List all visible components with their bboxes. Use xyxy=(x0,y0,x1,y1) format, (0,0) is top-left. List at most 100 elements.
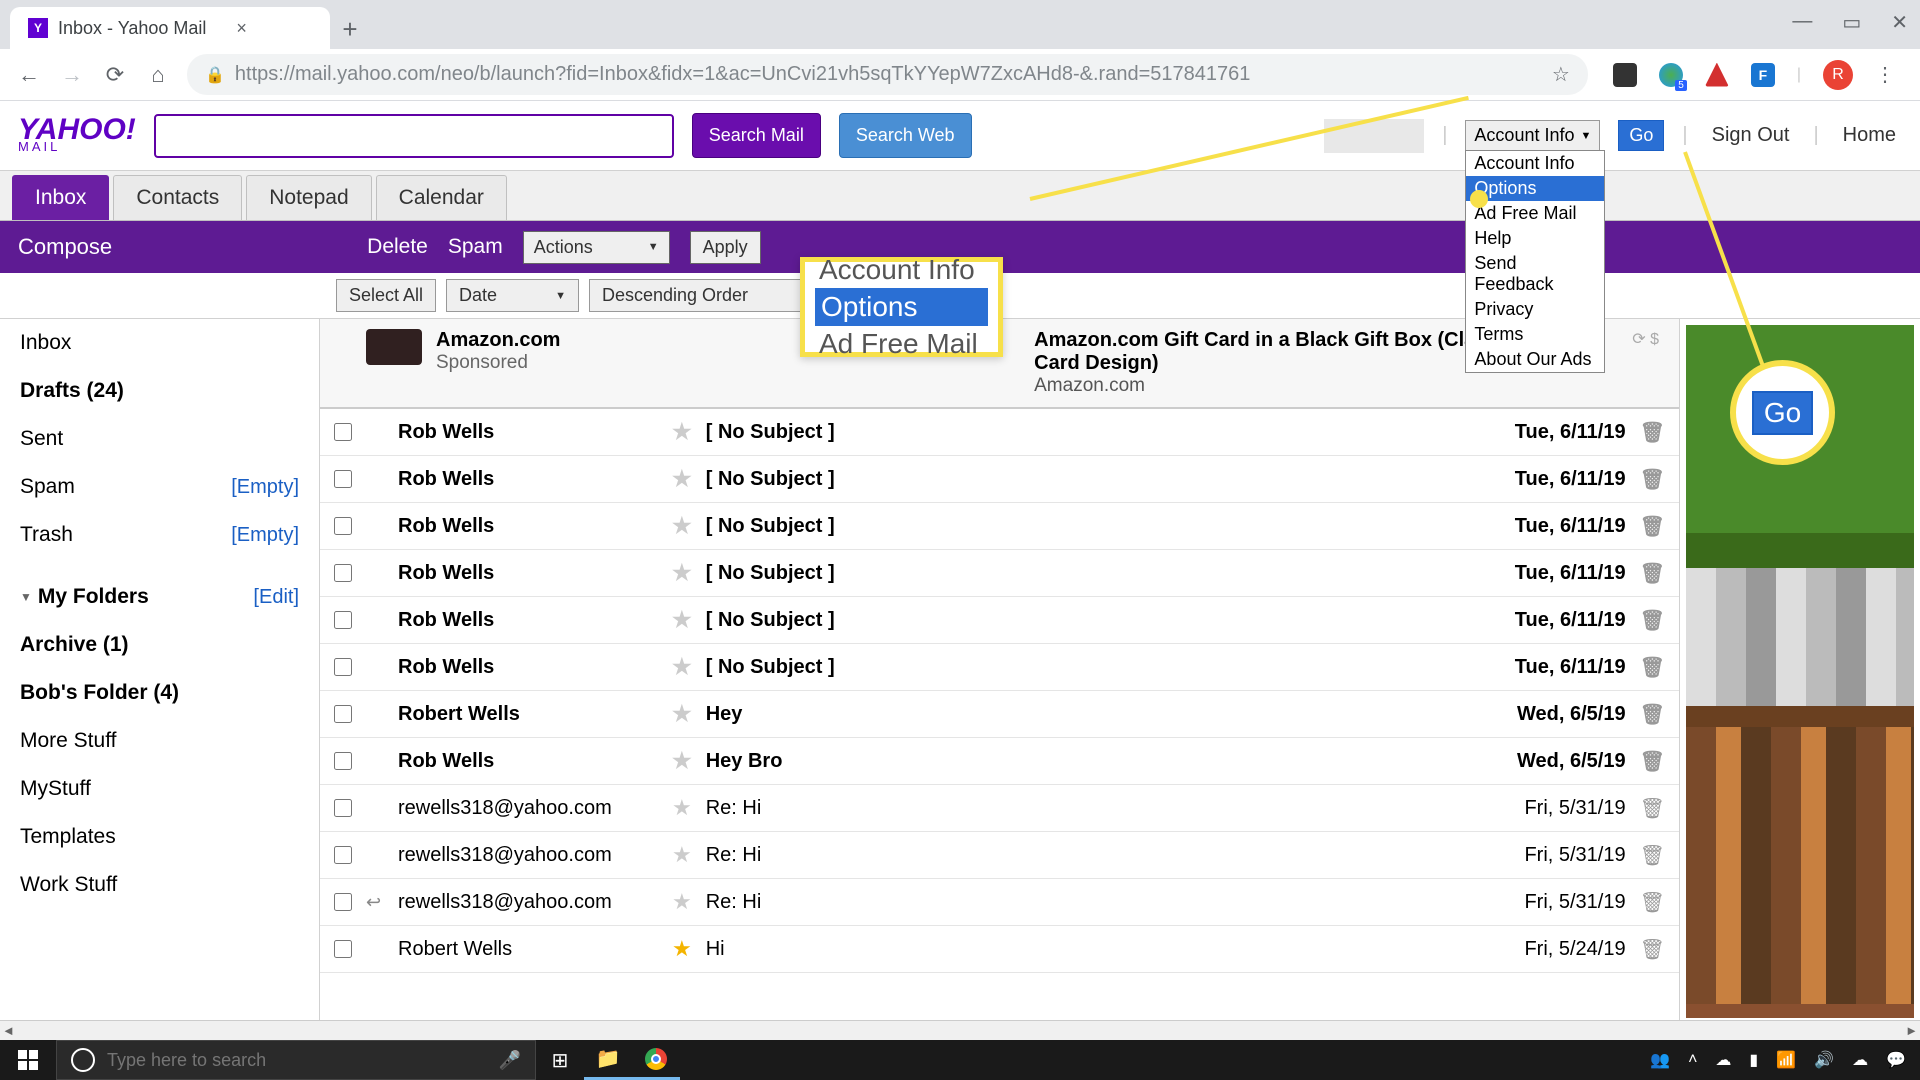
start-button[interactable] xyxy=(0,1040,56,1080)
horizontal-scrollbar[interactable]: ◄ ► xyxy=(0,1020,1920,1040)
spam-button[interactable]: Spam xyxy=(448,235,503,259)
message-checkbox[interactable] xyxy=(334,752,352,770)
go-button[interactable]: Go xyxy=(1618,120,1664,151)
star-icon[interactable]: ★ xyxy=(672,795,692,821)
apply-button[interactable]: Apply xyxy=(690,231,761,264)
sidebar-my-folders[interactable]: ▼My Folders[Edit] xyxy=(0,573,319,621)
extension-icon[interactable]: 5 xyxy=(1659,63,1683,87)
trash-icon[interactable]: 🗑 xyxy=(1640,702,1665,727)
message-row[interactable]: ↩rewells318@yahoo.com★Re: HiFri, 5/31/19… xyxy=(320,879,1679,926)
close-tab-icon[interactable]: × xyxy=(236,18,247,39)
message-row[interactable]: Rob Wells★[ No Subject ]Tue, 6/11/19🗑 xyxy=(320,644,1679,691)
message-checkbox[interactable] xyxy=(334,611,352,629)
sidebar-folder[interactable]: Bob's Folder (4) xyxy=(0,669,319,717)
people-icon[interactable]: 👥 xyxy=(1650,1050,1670,1070)
dropdown-item[interactable]: Account Info xyxy=(1466,151,1604,176)
message-row[interactable]: rewells318@yahoo.com★Re: HiFri, 5/31/19🗑 xyxy=(320,832,1679,879)
chrome-icon[interactable] xyxy=(632,1040,680,1080)
star-icon[interactable]: ★ xyxy=(672,607,692,633)
empty-spam-link[interactable]: [Empty] xyxy=(231,476,299,499)
message-checkbox[interactable] xyxy=(334,705,352,723)
message-checkbox[interactable] xyxy=(334,846,352,864)
trash-icon[interactable]: 🗑 xyxy=(1640,890,1665,915)
back-button[interactable]: ← xyxy=(15,62,43,88)
home-button-browser[interactable]: ⌂ xyxy=(144,62,172,88)
search-mail-button[interactable]: Search Mail xyxy=(692,113,821,158)
forward-button[interactable]: → xyxy=(58,62,86,88)
sort-order-select[interactable]: Descending Order xyxy=(589,279,824,312)
home-link[interactable]: Home xyxy=(1837,124,1902,147)
trash-icon[interactable]: 🗑 xyxy=(1640,655,1665,680)
dropdown-item[interactable]: Privacy xyxy=(1466,297,1604,322)
sidebar-folder[interactable]: Work Stuff xyxy=(0,861,319,909)
star-icon[interactable]: ★ xyxy=(672,842,692,868)
delete-button[interactable]: Delete xyxy=(367,235,428,259)
battery-icon[interactable]: ▮ xyxy=(1749,1050,1758,1070)
star-icon[interactable]: ★ xyxy=(672,654,692,680)
volume-icon[interactable]: 🔊 xyxy=(1814,1050,1834,1070)
scroll-left-icon[interactable]: ◄ xyxy=(2,1023,15,1038)
message-row[interactable]: Rob Wells★Hey BroWed, 6/5/19🗑 xyxy=(320,738,1679,785)
star-icon[interactable]: ★ xyxy=(672,560,692,586)
sign-out-link[interactable]: Sign Out xyxy=(1706,124,1796,147)
sidebar-trash[interactable]: Trash[Empty] xyxy=(0,511,319,559)
dropdown-item[interactable]: Terms xyxy=(1466,322,1604,347)
search-input[interactable] xyxy=(154,114,674,158)
sidebar-sent[interactable]: Sent xyxy=(0,415,319,463)
trash-icon[interactable]: 🗑 xyxy=(1640,420,1665,445)
message-checkbox[interactable] xyxy=(334,470,352,488)
cortana-icon[interactable] xyxy=(71,1048,95,1072)
collapse-icon[interactable]: ▼ xyxy=(20,590,32,604)
compose-button[interactable]: Compose xyxy=(18,234,112,260)
maximize-icon[interactable]: ▭ xyxy=(1842,10,1861,35)
sidebar-folder[interactable]: More Stuff xyxy=(0,717,319,765)
select-all-button[interactable]: Select All xyxy=(336,279,436,312)
minimize-icon[interactable]: — xyxy=(1792,10,1812,35)
sidebar-folder[interactable]: Templates xyxy=(0,813,319,861)
trash-icon[interactable]: 🗑 xyxy=(1640,749,1665,774)
message-row[interactable]: Rob Wells★[ No Subject ]Tue, 6/11/19🗑 xyxy=(320,503,1679,550)
message-row[interactable]: rewells318@yahoo.com★Re: HiFri, 5/31/19🗑 xyxy=(320,785,1679,832)
file-explorer-icon[interactable]: 📁 xyxy=(584,1040,632,1080)
message-checkbox[interactable] xyxy=(334,940,352,958)
browser-tab[interactable]: Y Inbox - Yahoo Mail × xyxy=(10,7,330,49)
extension-icon[interactable] xyxy=(1613,63,1637,87)
cloud-icon[interactable]: ☁ xyxy=(1852,1050,1868,1070)
menu-icon[interactable]: ⋮ xyxy=(1875,62,1895,87)
tray-chevron-icon[interactable]: ˄ xyxy=(1688,1051,1697,1069)
nav-tab-notepad[interactable]: Notepad xyxy=(246,175,371,220)
star-icon[interactable]: ★ xyxy=(672,466,692,492)
nav-tab-contacts[interactable]: Contacts xyxy=(113,175,242,220)
nav-tab-inbox[interactable]: Inbox xyxy=(12,175,109,220)
message-row[interactable]: Robert Wells★HeyWed, 6/5/19🗑 xyxy=(320,691,1679,738)
wifi-icon[interactable]: 📶 xyxy=(1776,1050,1796,1070)
extension-icon[interactable] xyxy=(1705,63,1729,87)
profile-avatar[interactable]: R xyxy=(1823,60,1853,90)
message-checkbox[interactable] xyxy=(334,423,352,441)
new-tab-button[interactable]: + xyxy=(330,9,370,49)
notifications-icon[interactable]: 💬 xyxy=(1886,1050,1906,1070)
reload-button[interactable]: ⟳ xyxy=(101,62,129,88)
sidebar-drafts[interactable]: Drafts (24) xyxy=(0,367,319,415)
bookmark-icon[interactable]: ☆ xyxy=(1552,62,1570,87)
dropdown-item[interactable]: About Our Ads xyxy=(1466,347,1604,372)
taskbar-search-input[interactable] xyxy=(107,1050,487,1071)
account-info-select[interactable]: Account Info xyxy=(1465,120,1600,151)
sidebar-spam[interactable]: Spam[Empty] xyxy=(0,463,319,511)
dropdown-item[interactable]: Help xyxy=(1466,226,1604,251)
message-checkbox[interactable] xyxy=(334,517,352,535)
empty-trash-link[interactable]: [Empty] xyxy=(231,524,299,547)
yahoo-logo[interactable]: YAHOO! MAIL xyxy=(18,118,136,152)
taskbar-search[interactable]: 🎤 xyxy=(56,1040,536,1080)
search-web-button[interactable]: Search Web xyxy=(839,113,972,158)
star-icon[interactable]: ★ xyxy=(672,701,692,727)
trash-icon[interactable]: 🗑 xyxy=(1640,796,1665,821)
star-icon[interactable]: ★ xyxy=(672,889,692,915)
sidebar-folder[interactable]: MyStuff xyxy=(0,765,319,813)
message-checkbox[interactable] xyxy=(334,799,352,817)
message-row[interactable]: Rob Wells★[ No Subject ]Tue, 6/11/19🗑 xyxy=(320,550,1679,597)
star-icon[interactable]: ★ xyxy=(672,513,692,539)
extension-icon[interactable]: F xyxy=(1751,63,1775,87)
star-icon[interactable]: ★ xyxy=(672,419,692,445)
trash-icon[interactable]: 🗑 xyxy=(1640,843,1665,868)
